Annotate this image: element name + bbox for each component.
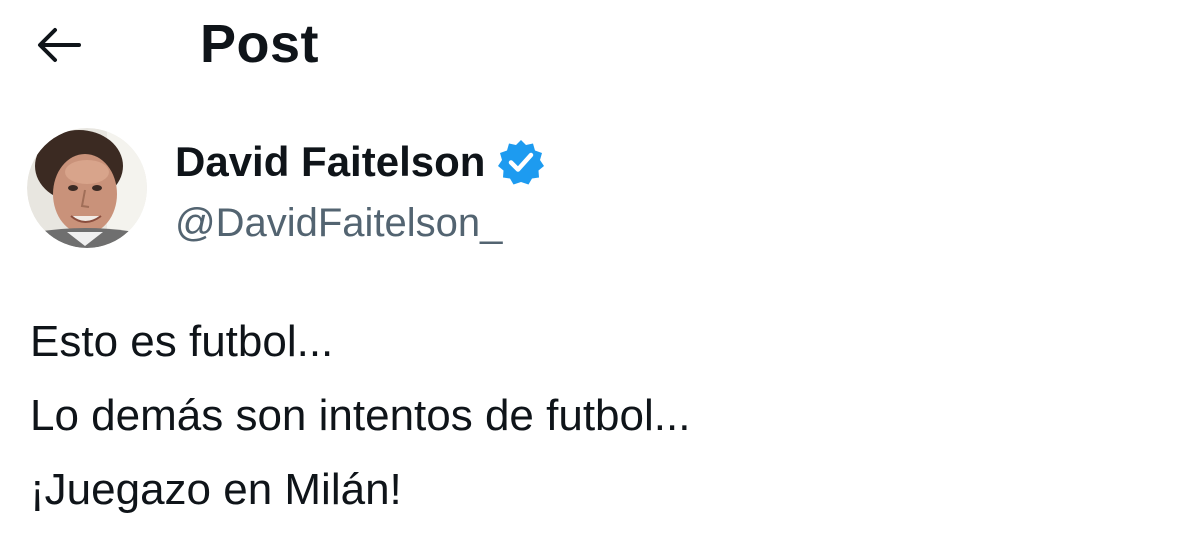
avatar[interactable] xyxy=(27,128,147,248)
post-header: Post xyxy=(0,0,1200,90)
verified-badge-icon[interactable] xyxy=(497,138,545,186)
arrow-left-icon xyxy=(38,28,81,62)
post-author: David Faitelson @DavidFaitelson_ xyxy=(27,128,727,258)
post-text-line: Lo demás son intentos de futbol... xyxy=(30,391,691,440)
post-text: Esto es futbol... Lo demás son intentos … xyxy=(30,305,1170,527)
user-handle[interactable]: @DavidFaitelson_ xyxy=(175,198,502,248)
page-title: Post xyxy=(200,14,320,74)
post-text-line: Esto es futbol... xyxy=(30,317,334,366)
display-name-row: David Faitelson xyxy=(175,136,545,188)
back-button[interactable] xyxy=(30,20,88,70)
post-text-line: ¡Juegazo en Milán! xyxy=(30,465,402,514)
display-name[interactable]: David Faitelson xyxy=(175,136,485,188)
avatar-photo xyxy=(27,128,147,248)
